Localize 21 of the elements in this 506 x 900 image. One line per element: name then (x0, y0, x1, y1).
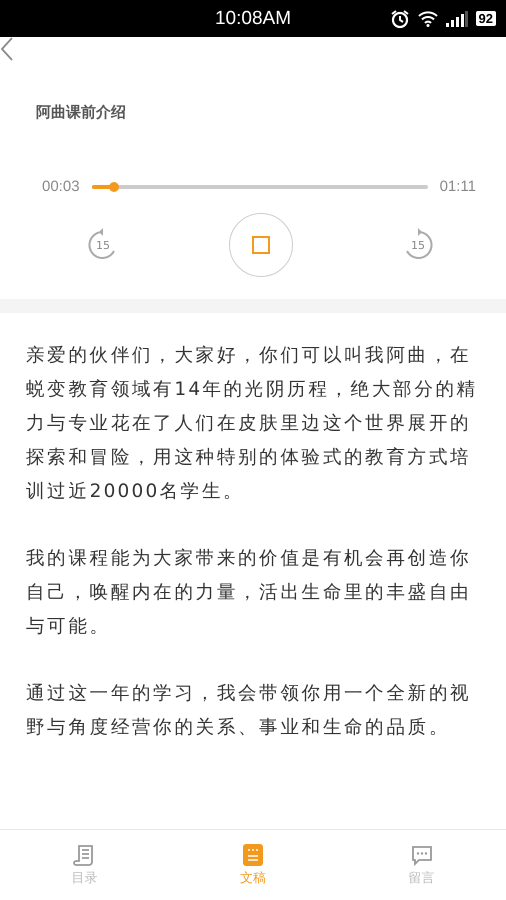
scroll-icon (73, 844, 96, 866)
back-icon[interactable] (0, 37, 14, 61)
document-icon (243, 844, 263, 866)
rewind-button[interactable]: 15 (85, 227, 121, 263)
paragraph: 通过这一年的学习，我会带领你用一个全新的视野与角度经营你的关系、事业和生命的品质。 (26, 682, 472, 740)
forward-button[interactable]: 15 (400, 227, 436, 263)
wifi-icon (418, 10, 438, 26)
elapsed-time: 00:03 (42, 178, 80, 195)
paragraph: 我的课程能为大家带来的价值是有机会再创造你自己，唤醒内在的力量，活出生命里的丰盛自由与可能。 (26, 547, 472, 639)
status-time: 10:08AM (214, 8, 292, 30)
paragraph: 亲爱的伙伴们，大家好，你们可以叫我阿曲，在蜕变教育领域有14年的光阴历程，绝大部分的精力与专业花在了人们在皮肤里边这个世界展开的探索和冒险，用这种特别的体验式的教育方式培训过近20000名学生。 (26, 344, 479, 504)
duration-time: 01:11 (440, 178, 476, 195)
tab[interactable]: 留言 (337, 830, 506, 900)
audio-title: 阿曲课前介绍 (36, 103, 126, 122)
chat-icon (410, 844, 433, 866)
signal-icon (446, 10, 468, 26)
alarm-icon (390, 8, 410, 28)
stop-icon (252, 236, 270, 254)
battery-icon: 92 (476, 11, 496, 26)
tab[interactable]: 目录 (0, 830, 169, 900)
tab[interactable]: 文稿 (168, 830, 338, 900)
